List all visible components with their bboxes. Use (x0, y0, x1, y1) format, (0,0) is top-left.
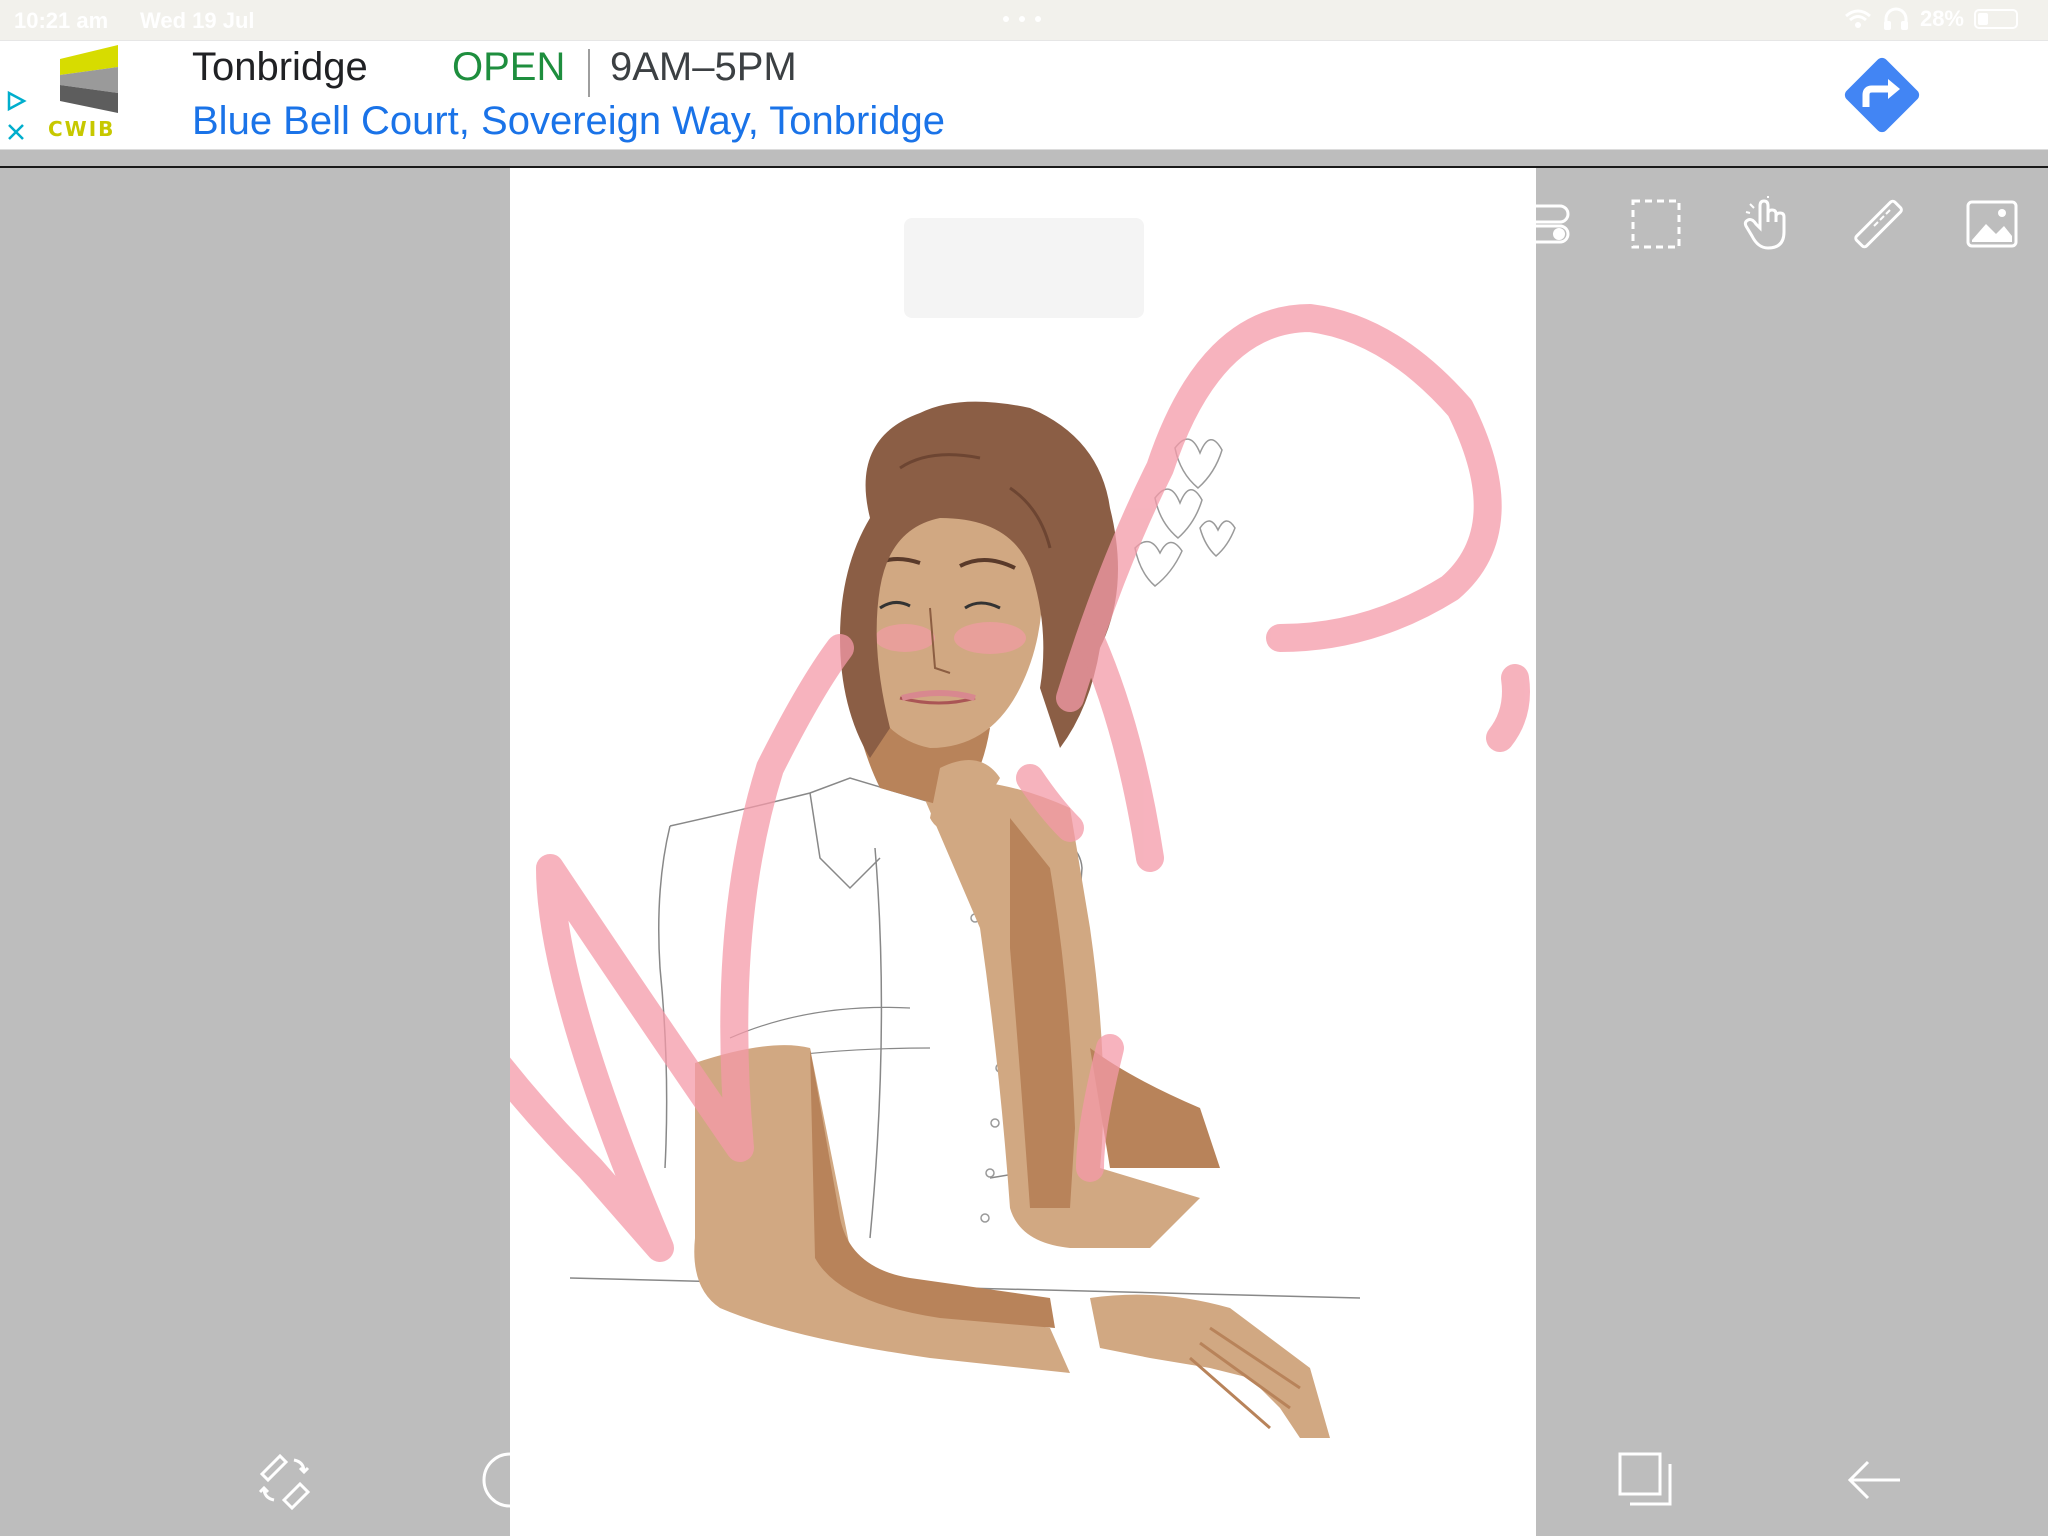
status-date: Wed 19 Jul (140, 8, 255, 33)
upload-button[interactable] (930, 1448, 994, 1512)
color-picker-button[interactable] (478, 1448, 542, 1512)
drawing-canvas[interactable] (510, 168, 1536, 1536)
ad-hours: 9AM–5PM (610, 45, 797, 89)
selection-tool-icon (1631, 199, 1681, 249)
battery-percentage: 28% (1919, 6, 1964, 31)
selection-tool-button[interactable] (1626, 194, 1686, 254)
brush-eraser-swap-icon (258, 1453, 311, 1510)
battery-icon (1974, 9, 2018, 29)
redo-button[interactable] (1382, 1448, 1446, 1512)
upload-icon (942, 1453, 982, 1506)
status-bar: 10:21 am Wed 19 Jul 28% (0, 0, 2048, 40)
cwib-logo: CWIB (44, 41, 144, 145)
undo-icon (1167, 1460, 1214, 1502)
back-button[interactable] (1842, 1448, 1906, 1512)
image-tool-icon (1966, 200, 2018, 248)
directions-icon[interactable] (1834, 47, 1930, 143)
ad-choices-icon[interactable] (6, 89, 28, 145)
ad-banner[interactable]: CWIB Tonbridge OPEN 9AM–5PM Blue Bell Co… (0, 40, 2048, 150)
ad-separator (588, 49, 590, 97)
undo-button[interactable] (1156, 1448, 1220, 1512)
toggle-tool-button[interactable] (1514, 194, 1574, 254)
ruler-tool-icon (1854, 199, 1903, 249)
canvas-info-panel (904, 218, 1144, 318)
square-icon (709, 1453, 763, 1507)
ad-title[interactable]: Tonbridge (192, 45, 368, 90)
status-time: 10:21 am (14, 8, 109, 33)
wifi-icon (1844, 9, 1871, 28)
color-picker-icon (482, 1452, 538, 1508)
layers-icon (1618, 1452, 1672, 1506)
ad-open-status: OPEN (452, 45, 566, 89)
back-arrow-icon (1847, 1460, 1900, 1500)
ad-address[interactable]: Blue Bell Court, Sovereign Way, Tonbridg… (192, 99, 945, 144)
cwib-logo-text: CWIB (48, 117, 116, 141)
layers-button[interactable] (1614, 1448, 1678, 1512)
redo-icon (1388, 1460, 1435, 1502)
hand-tool-button[interactable] (1738, 194, 1798, 254)
hand-tool-icon (1743, 196, 1786, 250)
image-tool-button[interactable] (1962, 194, 2022, 254)
multitasking-dots-icon[interactable] (1000, 14, 1044, 24)
square-button[interactable] (704, 1448, 768, 1512)
brush-eraser-swap-button[interactable] (252, 1448, 316, 1512)
toggle-tool-icon (1518, 204, 1570, 244)
ruler-tool-button[interactable] (1850, 194, 1910, 254)
artwork (510, 304, 1530, 1438)
headphones-icon (1883, 7, 1908, 30)
